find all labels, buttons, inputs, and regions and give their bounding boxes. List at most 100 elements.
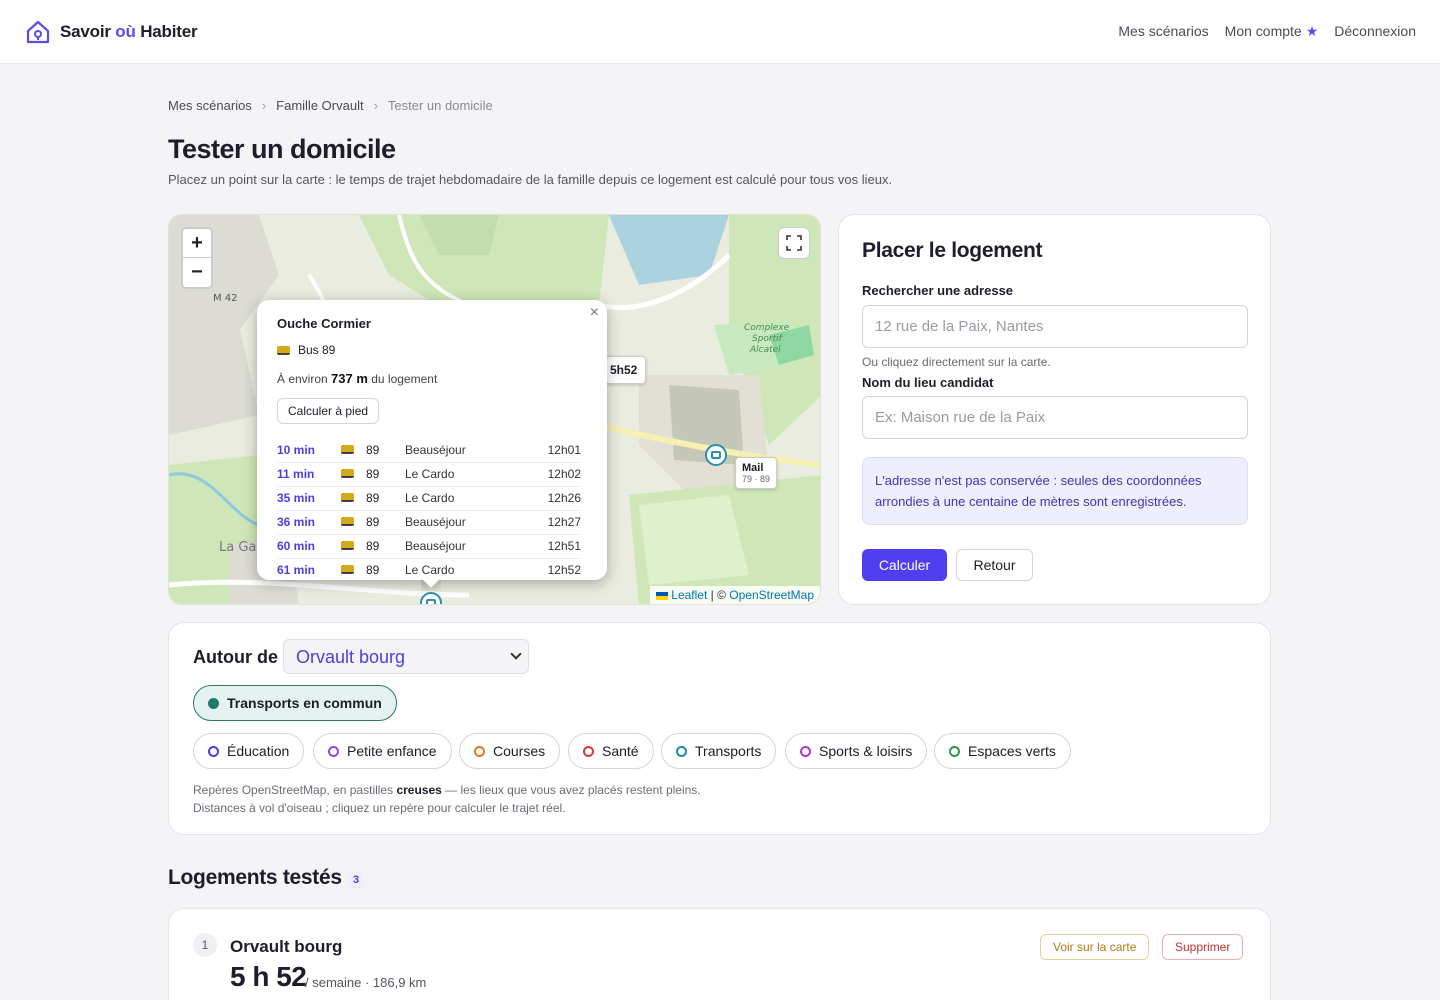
- zoom-in-button[interactable]: +: [183, 229, 211, 258]
- category-chip[interactable]: Espaces verts: [934, 733, 1071, 769]
- departure-wait: 36 min: [277, 510, 341, 535]
- ring-icon: [474, 745, 485, 757]
- show-on-map-button[interactable]: Voir sur la carte: [1040, 934, 1150, 960]
- breadcrumb-current: Tester un domicile: [387, 98, 493, 113]
- departure-line: 89: [341, 486, 405, 511]
- svg-text:Complexe: Complexe: [744, 323, 790, 333]
- ring-icon: [208, 745, 219, 757]
- chip-public-transport[interactable]: Transports en commun: [193, 685, 397, 721]
- tested-title: Logements testés: [168, 866, 342, 889]
- departure-time: 12h02: [518, 462, 581, 487]
- ring-icon: [583, 745, 594, 757]
- bus-icon: [341, 517, 354, 526]
- svg-text:M 42: M 42: [213, 293, 238, 304]
- leaflet-link[interactable]: Leaflet: [671, 588, 707, 602]
- delete-button[interactable]: Supprimer: [1162, 934, 1244, 960]
- house-logo-icon: [26, 20, 50, 44]
- nav-my-scenarios[interactable]: Mes scénarios: [1118, 23, 1208, 40]
- close-icon[interactable]: ×: [590, 304, 599, 322]
- departure-time: 12h51: [518, 534, 581, 559]
- departure-destination: Le Cardo: [405, 486, 519, 511]
- bus-icon: [341, 469, 354, 478]
- chevron-right-icon: ›: [373, 98, 378, 113]
- departure-line: 89: [341, 510, 405, 535]
- osm-link[interactable]: OpenStreetMap: [729, 588, 814, 602]
- category-chip[interactable]: Sports & loisirs: [785, 733, 928, 769]
- brand-name: Savoir où Habiter: [60, 22, 198, 41]
- breadcrumb-scenarios[interactable]: Mes scénarios: [168, 98, 252, 113]
- home-weekly-time: 5 h 52: [230, 961, 307, 992]
- category-chip[interactable]: Petite enfance: [313, 733, 452, 769]
- back-button[interactable]: Retour: [956, 549, 1033, 581]
- walk-calc-button[interactable]: Calculer à pied: [277, 398, 380, 424]
- top-bar: Savoir où Habiter Mes scénarios Mon comp…: [0, 0, 1440, 64]
- around-panel: Autour de Orvault bourg Transports en co…: [168, 622, 1271, 835]
- departure-line: 89: [341, 534, 405, 559]
- home-name: Orvault bourg: [230, 937, 343, 956]
- map[interactable]: M 42 Complexe Sportif Alcatel La Ga + − …: [168, 214, 821, 605]
- departure-row: 10 min 89 Beauséjour 12h01: [277, 438, 581, 463]
- place-title: Placer le logement: [862, 239, 1043, 262]
- fullscreen-button[interactable]: [778, 227, 810, 259]
- departure-row: 60 min 89 Beauséjour 12h51: [277, 534, 581, 559]
- tested-home-card: 1 Orvault bourg 5 h 52 / semaine · 186,9…: [168, 908, 1271, 1000]
- address-search-input[interactable]: 12 rue de la Paix, Nantes: [862, 305, 1248, 348]
- travel-time-marker[interactable]: 5h52: [605, 356, 647, 384]
- tested-count-badge: 3: [346, 871, 366, 889]
- chevron-right-icon: ›: [261, 98, 267, 113]
- departure-destination: Beauséjour: [405, 438, 519, 463]
- ring-icon: [949, 745, 960, 757]
- around-select[interactable]: Orvault bourg: [283, 639, 529, 674]
- around-label: Autour de: [193, 647, 278, 667]
- bus-icon: [341, 444, 354, 454]
- ring-icon: [328, 745, 339, 757]
- home-meta: / semaine · 186,9 km: [305, 975, 427, 990]
- departure-time: 12h26: [518, 486, 581, 511]
- departure-row: 61 min 89 Le Cardo 12h52: [277, 558, 581, 580]
- calculate-button[interactable]: Calculer: [862, 549, 947, 581]
- departure-time: 12h01: [518, 438, 581, 463]
- ring-icon: [800, 745, 811, 757]
- nav-logout[interactable]: Déconnexion: [1334, 23, 1416, 40]
- popup-title: Ouche Cormier: [277, 316, 371, 331]
- category-chip[interactable]: Santé: [568, 733, 654, 769]
- page-title: Tester un domicile: [168, 134, 396, 164]
- top-nav: Mes scénarios Mon compte ★ Déconnexion: [1118, 23, 1416, 40]
- brand-logo[interactable]: Savoir où Habiter: [24, 18, 198, 46]
- departure-wait: 11 min: [277, 462, 341, 487]
- bus-icon: [277, 345, 290, 355]
- breadcrumb: Mes scénarios › Famille Orvault › Tester…: [168, 98, 493, 113]
- category-chip[interactable]: Courses: [459, 733, 561, 769]
- category-chip[interactable]: Éducation: [193, 733, 305, 769]
- bus-icon: [341, 541, 354, 550]
- departure-row: 11 min 89 Le Cardo 12h02: [277, 462, 581, 487]
- zoom-out-button[interactable]: −: [183, 258, 211, 287]
- breadcrumb-family[interactable]: Famille Orvault: [276, 98, 363, 113]
- departure-wait: 10 min: [277, 438, 341, 463]
- around-note: Repères OpenStreetMap, en pastilles creu…: [193, 783, 701, 815]
- svg-text:Alcatel: Alcatel: [749, 345, 781, 355]
- svg-text:Sportif: Sportif: [752, 334, 784, 344]
- svg-text:La Ga: La Ga: [219, 540, 256, 555]
- departure-time: 12h52: [518, 558, 581, 580]
- privacy-notice: L'adresse n'est pas conservée : seules d…: [862, 457, 1248, 525]
- stop-label-mail[interactable]: Mail 79 · 89: [735, 457, 778, 489]
- departure-destination: Le Cardo: [405, 558, 519, 580]
- dot-icon: [208, 697, 219, 709]
- page-subtitle: Placez un point sur la carte : le temps …: [168, 172, 893, 187]
- zoom-control: + −: [181, 227, 213, 289]
- departures-table: 10 min 89 Beauséjour 12h01 11 min 89 Le Cardo 1…: [277, 438, 581, 580]
- popup-tip: [421, 579, 441, 591]
- departure-destination: Le Cardo: [405, 462, 519, 487]
- departure-destination: Beauséjour: [405, 510, 519, 535]
- place-name-input[interactable]: Ex: Maison rue de la Paix: [862, 396, 1248, 439]
- category-chip[interactable]: Transports: [661, 733, 777, 769]
- departure-line: 89: [341, 558, 405, 580]
- popup-distance: À environ 737 m du logement: [277, 371, 438, 386]
- bus-stop-icon[interactable]: [705, 444, 727, 466]
- nav-my-account[interactable]: Mon compte ★: [1225, 23, 1319, 40]
- bus-icon: [341, 493, 354, 502]
- departure-row: 36 min 89 Beauséjour 12h27: [277, 510, 581, 535]
- departure-wait: 35 min: [277, 486, 341, 511]
- star-icon: ★: [1305, 23, 1319, 39]
